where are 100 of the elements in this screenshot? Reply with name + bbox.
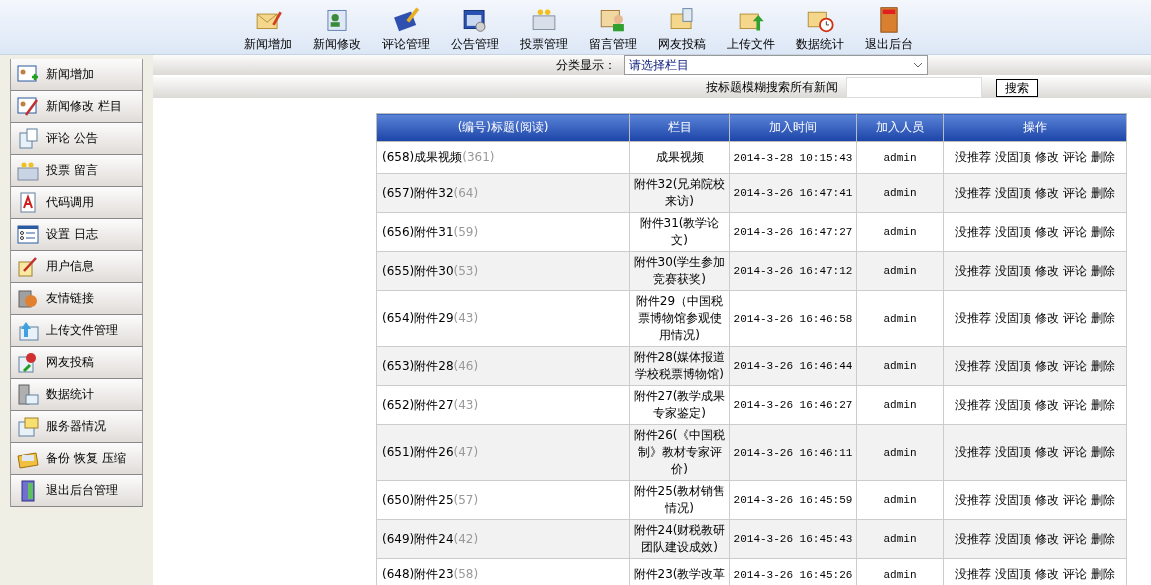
action-link[interactable]: 评论	[1063, 358, 1087, 373]
sidebar-item[interactable]: 退出后台管理	[11, 475, 142, 507]
action-link[interactable]: 没推荐	[955, 445, 991, 459]
action-link[interactable]: 没推荐	[955, 492, 991, 507]
news-title-link[interactable]: (657)附件32(64)	[376, 173, 630, 213]
sidebar-item[interactable]: 新闻增加	[11, 59, 142, 91]
action-link[interactable]: 没固顶	[995, 224, 1031, 239]
action-link[interactable]: 删除	[1091, 263, 1115, 278]
form-window-icon	[16, 222, 40, 247]
action-link[interactable]: 修改	[1035, 492, 1059, 507]
action-link[interactable]: 修改	[1035, 311, 1059, 325]
toolbar-button[interactable]: 投票管理	[509, 0, 578, 54]
toolbar-button[interactable]: 退出后台	[854, 0, 923, 54]
sidebar-item[interactable]: 设置 日志	[11, 219, 142, 251]
action-link[interactable]: 删除	[1091, 531, 1115, 546]
action-link[interactable]: 没固顶	[995, 358, 1031, 373]
action-link[interactable]: 删除	[1091, 185, 1115, 200]
news-title-link[interactable]: (651)附件26(47)	[376, 424, 630, 481]
action-link[interactable]: 删除	[1091, 311, 1115, 325]
action-link[interactable]: 没固顶	[995, 263, 1031, 278]
action-link[interactable]: 评论	[1063, 567, 1087, 581]
category-cell: 附件28(媒体报道学校税票博物馆)	[629, 346, 730, 386]
user-cell: admin	[856, 212, 944, 252]
news-title-link[interactable]: (648)附件23(58)	[376, 558, 630, 585]
action-link[interactable]: 没推荐	[955, 531, 991, 546]
sidebar-item[interactable]: 代码调用	[11, 187, 142, 219]
action-link[interactable]: 评论	[1063, 263, 1087, 278]
news-title-link[interactable]: (649)附件24(42)	[376, 519, 630, 559]
toolbar-button[interactable]: 网友投稿	[647, 0, 716, 54]
news-title-link[interactable]: (658)成果视频(361)	[376, 141, 630, 174]
action-link[interactable]: 没推荐	[955, 185, 991, 200]
category-select[interactable]: 请选择栏目	[624, 55, 928, 75]
action-link[interactable]: 修改	[1035, 263, 1059, 278]
user-cell: admin	[856, 385, 944, 425]
sidebar-item[interactable]: 投票 留言	[11, 155, 142, 187]
action-link[interactable]: 删除	[1091, 492, 1115, 507]
action-link[interactable]: 修改	[1035, 150, 1059, 164]
action-link[interactable]: 没推荐	[955, 567, 991, 581]
sidebar-item[interactable]: 服务器情况	[11, 411, 142, 443]
news-title-link[interactable]: (652)附件27(43)	[376, 385, 630, 425]
toolbar-button[interactable]: 评论管理	[371, 0, 440, 54]
action-link[interactable]: 没推荐	[955, 263, 991, 278]
news-title-link[interactable]: (655)附件30(53)	[376, 251, 630, 291]
action-link[interactable]: 没固顶	[995, 311, 1031, 325]
action-link[interactable]: 没推荐	[955, 224, 991, 239]
toolbar-button[interactable]: 留言管理	[578, 0, 647, 54]
toolbar-button[interactable]: 上传文件	[716, 0, 785, 54]
action-link[interactable]: 修改	[1035, 224, 1059, 239]
news-title-link[interactable]: (650)附件25(57)	[376, 480, 630, 520]
action-link[interactable]: 没固顶	[995, 531, 1031, 546]
action-link[interactable]: 评论	[1063, 492, 1087, 507]
action-link[interactable]: 删除	[1091, 567, 1115, 581]
action-link[interactable]: 删除	[1091, 445, 1115, 459]
sidebar-item[interactable]: 友情链接	[11, 283, 142, 315]
action-link[interactable]: 修改	[1035, 445, 1059, 459]
action-link[interactable]: 修改	[1035, 531, 1059, 546]
action-link[interactable]: 评论	[1063, 224, 1087, 239]
toolbar-button[interactable]: 新闻增加	[233, 0, 302, 54]
action-link[interactable]: 删除	[1091, 358, 1115, 373]
action-link[interactable]: 修改	[1035, 397, 1059, 412]
action-link[interactable]: 没固顶	[995, 445, 1031, 459]
action-link[interactable]: 没推荐	[955, 358, 991, 373]
sidebar-item[interactable]: 上传文件管理	[11, 315, 142, 347]
news-title-link[interactable]: (653)附件28(46)	[376, 346, 630, 386]
action-link[interactable]: 删除	[1091, 397, 1115, 412]
sidebar-item[interactable]: 用户信息	[11, 251, 142, 283]
sidebar-item[interactable]: 数据统计	[11, 379, 142, 411]
action-link[interactable]: 没固顶	[995, 567, 1031, 581]
toolbar-button[interactable]: 新闻修改	[302, 0, 371, 54]
action-link[interactable]: 评论	[1063, 445, 1087, 459]
action-link[interactable]: 没固顶	[995, 150, 1031, 164]
action-link[interactable]: 评论	[1063, 150, 1087, 164]
action-link[interactable]: 评论	[1063, 397, 1087, 412]
search-button[interactable]: 搜索	[996, 78, 1038, 97]
sidebar-item[interactable]: 新闻修改 栏目	[11, 91, 142, 123]
sidebar-item[interactable]: 备份 恢复 压缩	[11, 443, 142, 475]
sidebar-item[interactable]: 网友投稿	[11, 347, 142, 379]
action-link[interactable]: 修改	[1035, 358, 1059, 373]
time-cell: 2014-3-26 16:46:58	[729, 290, 857, 347]
action-link[interactable]: 没固顶	[995, 397, 1031, 412]
toolbar-button[interactable]: 数据统计	[785, 0, 854, 54]
action-link[interactable]: 修改	[1035, 567, 1059, 581]
search-field[interactable]	[846, 77, 982, 98]
action-link[interactable]: 没推荐	[955, 150, 991, 164]
action-link[interactable]: 评论	[1063, 311, 1087, 325]
action-link[interactable]: 没推荐	[955, 397, 991, 412]
chevron-down-icon	[913, 62, 923, 68]
user-cell: admin	[856, 290, 944, 347]
action-link[interactable]: 评论	[1063, 531, 1087, 546]
news-title-link[interactable]: (654)附件29(43)	[376, 290, 630, 347]
action-link[interactable]: 没推荐	[955, 311, 991, 325]
action-link[interactable]: 删除	[1091, 224, 1115, 239]
sidebar-item[interactable]: 评论 公告	[11, 123, 142, 155]
action-link[interactable]: 没固顶	[995, 185, 1031, 200]
action-link[interactable]: 评论	[1063, 185, 1087, 200]
action-link[interactable]: 没固顶	[995, 492, 1031, 507]
toolbar-button[interactable]: 公告管理	[440, 0, 509, 54]
action-link[interactable]: 删除	[1091, 150, 1115, 164]
action-link[interactable]: 修改	[1035, 185, 1059, 200]
news-title-link[interactable]: (656)附件31(59)	[376, 212, 630, 252]
